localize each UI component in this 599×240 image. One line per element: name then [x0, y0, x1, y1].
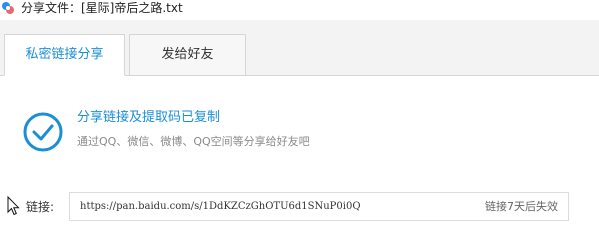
share-link-field[interactable]: https://pan.baidu.com/s/1DdKZCzGhOTU6d1S… [69, 192, 569, 221]
check-circle-icon [23, 112, 63, 152]
mouse-pointer-icon [7, 196, 20, 216]
baidu-netdisk-icon [2, 2, 14, 14]
title-bar: 分享文件：[星际]帝后之路.txt [0, 0, 599, 20]
window-title: 分享文件：[星际]帝后之路.txt [21, 1, 183, 15]
success-message: 分享链接及提取码已复制 [77, 110, 221, 125]
tab-private-link-share[interactable]: 私密链接分享 [4, 34, 125, 76]
tab-send-to-friends[interactable]: 发给好友 [129, 34, 246, 75]
link-label: 链接: [26, 200, 55, 214]
success-hint: 通过QQ、微信、微博、QQ空间等分享给好友吧 [77, 135, 310, 148]
share-link-url[interactable]: https://pan.baidu.com/s/1DdKZCzGhOTU6d1S… [80, 200, 361, 214]
link-expiry-note: 链接7天后失效 [485, 200, 558, 213]
